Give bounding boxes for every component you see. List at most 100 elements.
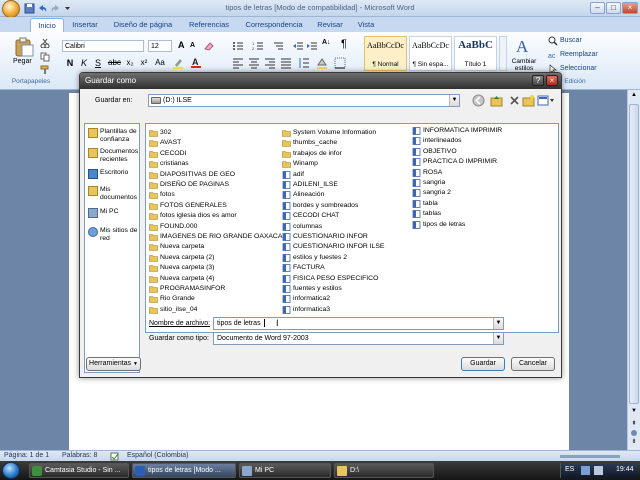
back-icon[interactable] bbox=[472, 94, 485, 107]
dialog-title-bar[interactable]: Guardar como bbox=[80, 73, 561, 89]
tab-insertar[interactable]: Insertar bbox=[68, 18, 102, 32]
dialog-help-button[interactable]: ? bbox=[532, 75, 544, 86]
word-count[interactable]: Palabras: 8 bbox=[62, 452, 97, 459]
chevron-down-icon[interactable]: ▼ bbox=[493, 318, 503, 329]
file-item-system-volume-information[interactable]: System Volume Information bbox=[282, 128, 376, 138]
delete-icon[interactable] bbox=[508, 94, 521, 107]
language-indicator[interactable]: Español (Colombia) bbox=[127, 452, 188, 459]
file-item-tablas[interactable]: tablas bbox=[412, 209, 441, 219]
font-color-icon[interactable]: A bbox=[190, 56, 202, 69]
tab-vista[interactable]: Vista bbox=[352, 18, 380, 32]
align-left-icon[interactable] bbox=[232, 57, 244, 69]
tray-language-icon[interactable]: ES bbox=[565, 466, 574, 473]
file-item-fotos-generales[interactable]: FOTOS GENERALES bbox=[149, 201, 227, 211]
zoom-slider[interactable] bbox=[560, 455, 620, 458]
replace-icon[interactable]: ac bbox=[548, 50, 558, 60]
cancel-button[interactable]: Cancelar bbox=[511, 357, 555, 371]
tray-volume-icon[interactable] bbox=[594, 466, 603, 475]
file-item-cuestionario-infor-ilse[interactable]: CUESTIONARIO INFOR ILSE bbox=[282, 242, 384, 252]
scroll-up-arrow-icon[interactable]: ▲ bbox=[629, 92, 639, 102]
file-item-found-000[interactable]: FOUND.000 bbox=[149, 222, 197, 232]
file-item-tabla[interactable]: tabla bbox=[412, 199, 438, 209]
copy-icon[interactable] bbox=[40, 52, 50, 62]
line-spacing-icon[interactable] bbox=[298, 57, 310, 69]
grow-font-icon[interactable]: A bbox=[178, 40, 185, 50]
file-item-tipos-de-letras[interactable]: tipos de letras bbox=[412, 220, 465, 230]
paste-button[interactable]: Pegar bbox=[13, 58, 32, 65]
save-in-select[interactable]: (D:) ILSE ▼ bbox=[148, 94, 460, 107]
find-icon[interactable] bbox=[548, 36, 558, 46]
file-item-adileni-ilse[interactable]: ADILENI_ILSE bbox=[282, 180, 338, 190]
scroll-thumb[interactable] bbox=[629, 104, 639, 404]
multilevel-list-icon[interactable] bbox=[272, 40, 284, 52]
file-item-disen-o-de-paginas[interactable]: DISEÑO DE PAGINAS bbox=[149, 180, 229, 190]
place-documentos-recientes[interactable]: Documentos recientes bbox=[88, 148, 140, 163]
file-item-columnas[interactable]: columnas bbox=[282, 222, 322, 232]
font-size-field[interactable]: 12 bbox=[148, 40, 172, 52]
file-item-informatica2[interactable]: informatica2 bbox=[282, 294, 330, 304]
file-item-informatica3[interactable]: informatica3 bbox=[282, 305, 330, 315]
file-item-nueva-carpeta[interactable]: Nueva carpeta bbox=[149, 242, 204, 252]
task-camtasia[interactable]: Camtasia Studio - Sin ... bbox=[29, 463, 129, 478]
change-styles-button[interactable]: Cambiar estilos bbox=[508, 58, 540, 72]
file-item-cecodi-chat[interactable]: CECODI CHAT bbox=[282, 211, 339, 221]
file-item-rosa[interactable]: ROSA bbox=[412, 168, 442, 178]
place-mis-sitios-de-red[interactable]: Mis sitios de red bbox=[88, 227, 140, 242]
cut-icon[interactable] bbox=[40, 38, 50, 48]
file-item-cristianas[interactable]: cristianas bbox=[149, 159, 189, 169]
decrease-indent-icon[interactable] bbox=[292, 40, 304, 52]
subscript-button[interactable]: x₂ bbox=[124, 57, 136, 69]
file-item-winamp[interactable]: Winamp bbox=[282, 159, 318, 169]
bold-button[interactable]: N bbox=[64, 57, 76, 69]
file-item-thumbs-cache[interactable]: thumbs_cache bbox=[282, 138, 337, 148]
file-item-sitio-ilse-04[interactable]: sitio_ilse_04 bbox=[149, 305, 197, 315]
file-item-nueva-carpeta-4[interactable]: Nueva carpeta (4) bbox=[149, 274, 214, 284]
underline-button[interactable]: S bbox=[92, 57, 104, 69]
styles-scroll-icon[interactable] bbox=[499, 36, 507, 71]
filetype-select[interactable]: Documento de Word 97-2003 ▼ bbox=[213, 332, 504, 345]
file-item-adif[interactable]: adif bbox=[282, 170, 304, 180]
file-item-fotos-iglesia-dios-es-amor[interactable]: fotos iglesia dios es amor bbox=[149, 211, 237, 221]
file-item-sangria-2[interactable]: sangria 2 bbox=[412, 188, 451, 198]
file-item-estilos-y-fuestes-2[interactable]: estilos y fuestes 2 bbox=[282, 253, 347, 263]
scroll-down-arrow-icon[interactable]: ▼ bbox=[629, 408, 639, 418]
file-item-nueva-carpeta-2[interactable]: Nueva carpeta (2) bbox=[149, 253, 214, 263]
file-item-avast[interactable]: AVAST bbox=[149, 138, 181, 148]
paste-icon[interactable] bbox=[14, 37, 34, 57]
numbering-icon[interactable]: 12 bbox=[252, 40, 264, 52]
select-button[interactable]: Seleccionar bbox=[560, 65, 597, 72]
page-count[interactable]: Página: 1 de 1 bbox=[4, 452, 49, 459]
align-center-icon[interactable] bbox=[248, 57, 260, 69]
tab-correspondencia[interactable]: Correspondencia bbox=[240, 18, 308, 32]
filename-input[interactable]: tipos de letras I ▼ bbox=[213, 317, 504, 330]
align-right-icon[interactable] bbox=[264, 57, 276, 69]
file-item-objetivo[interactable]: OBJETIVO bbox=[412, 147, 457, 157]
shading-icon[interactable] bbox=[316, 57, 328, 69]
start-button[interactable] bbox=[2, 462, 20, 479]
place-plantillas[interactable]: Plantillas de confianza bbox=[88, 128, 140, 143]
new-folder-icon[interactable] bbox=[522, 94, 535, 107]
style-normal[interactable]: AaBbCcDc ¶ Normal bbox=[364, 36, 407, 71]
tab-revisar[interactable]: Revisar bbox=[314, 18, 346, 32]
file-item-bordes-y-sombreados[interactable]: bordes y sombreados bbox=[282, 201, 358, 211]
change-styles-icon[interactable]: A bbox=[514, 36, 534, 56]
tab-inicio[interactable]: Inicio bbox=[30, 18, 64, 32]
shrink-font-icon[interactable]: A bbox=[190, 42, 195, 49]
save-button[interactable]: Guardar bbox=[461, 357, 505, 371]
next-page-icon[interactable]: ⇟ bbox=[629, 438, 639, 446]
sort-icon[interactable]: A↓ bbox=[322, 39, 331, 46]
file-item-sangria[interactable]: sangria bbox=[412, 178, 445, 188]
minimize-button[interactable]: – bbox=[590, 2, 605, 14]
file-item-alineacio-n[interactable]: Alineación bbox=[282, 190, 324, 200]
file-item-cecodi[interactable]: CECODI bbox=[149, 149, 186, 159]
change-case-button[interactable]: Aa bbox=[154, 57, 166, 69]
strikethrough-button[interactable]: abc bbox=[108, 57, 121, 69]
file-item-trabajos-de-infor[interactable]: trabajos de infor bbox=[282, 149, 342, 159]
find-button[interactable]: Buscar bbox=[560, 37, 582, 44]
file-item-diapositivas-de-geo[interactable]: DIAPOSITIVAS DE GEO bbox=[149, 170, 235, 180]
file-item-interlineados[interactable]: interlineados bbox=[412, 136, 462, 146]
tools-button[interactable]: Herramientas ▼ bbox=[86, 357, 141, 371]
italic-button[interactable]: K bbox=[78, 57, 90, 69]
file-item-factura[interactable]: FACTURA bbox=[282, 263, 325, 273]
chevron-down-icon[interactable]: ▼ bbox=[449, 95, 459, 106]
